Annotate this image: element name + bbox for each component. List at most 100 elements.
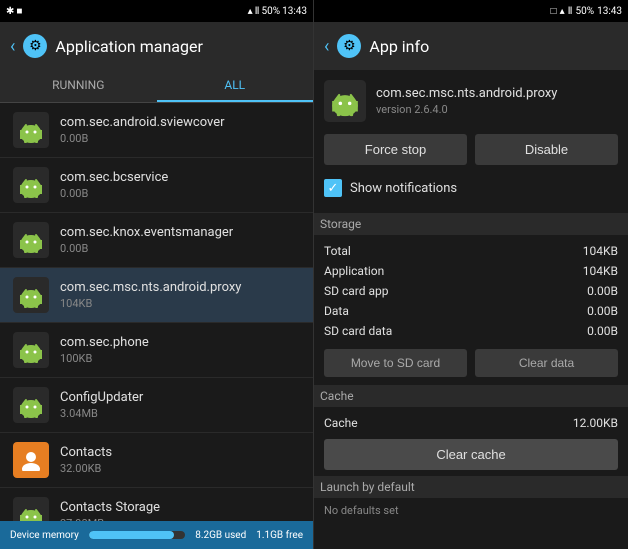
storage-sdcard-data-row: SD card data 0.00B [324, 321, 618, 341]
right-panel-title: App info [369, 37, 429, 56]
disable-button[interactable]: Disable [475, 134, 618, 165]
clear-cache-button[interactable]: Clear cache [324, 439, 618, 470]
sdcard-data-label: SD card data [324, 324, 392, 338]
app-tabs: RUNNING ALL [0, 70, 313, 103]
cache-value: 12.00KB [573, 416, 618, 430]
left-panel-title: Application manager [55, 37, 202, 56]
app-name: com.sec.knox.eventsmanager [60, 225, 301, 240]
app-size: 0.00B [60, 242, 301, 255]
force-stop-button[interactable]: Force stop [324, 134, 467, 165]
application-label: Application [324, 264, 384, 278]
tab-all[interactable]: ALL [157, 70, 314, 102]
storage-free: 1.1GB free [256, 530, 303, 541]
sdcard-app-value: 0.00B [587, 284, 618, 298]
sdcard-app-label: SD card app [324, 284, 389, 298]
app-list[interactable]: com.sec.android.sviewcover 0.00B [0, 103, 313, 521]
app-info-phone: com.sec.phone 100KB [60, 335, 301, 365]
wifi-icon-right: ▴ [560, 6, 565, 17]
list-item[interactable]: com.sec.bcservice 0.00B [0, 158, 313, 213]
storage-fill [89, 531, 174, 539]
list-item[interactable]: ConfigUpdater 3.04MB [0, 378, 313, 433]
right-status-icons: ▴ Ⅱ 50% 13:43 [248, 6, 307, 17]
battery-right: 50% [576, 6, 595, 17]
app-icon-phone [12, 331, 50, 369]
storage-progress-bar [89, 531, 185, 539]
notifications-checkbox[interactable]: ✓ [324, 179, 342, 197]
data-label: Data [324, 304, 349, 318]
move-to-sd-button[interactable]: Move to SD card [324, 349, 467, 377]
storage-data-row: Data 0.00B [324, 301, 618, 321]
app-name-version: com.sec.msc.nts.android.proxy version 2.… [376, 86, 557, 116]
list-item[interactable]: com.sec.msc.nts.android.proxy 104KB [0, 268, 313, 323]
list-item[interactable]: com.sec.phone 100KB [0, 323, 313, 378]
total-value: 104KB [583, 244, 618, 258]
notifications-label: Show notifications [350, 181, 457, 196]
action-buttons: Force stop Disable [324, 134, 618, 165]
left-status-bar: ✱ ■ ▴ Ⅱ 50% 13:43 [0, 0, 313, 22]
storage-total-row: Total 104KB [324, 241, 618, 261]
list-item[interactable]: com.sec.android.sviewcover 0.00B [0, 103, 313, 158]
app-name: com.sec.android.sviewcover [60, 115, 301, 130]
app-package-name: com.sec.msc.nts.android.proxy [376, 86, 557, 101]
signal-icon-right: Ⅱ [568, 6, 573, 17]
app-name: com.sec.msc.nts.android.proxy [60, 280, 301, 295]
settings-icon: ⚙ [23, 34, 47, 58]
app-info-bcservice: com.sec.bcservice 0.00B [60, 170, 301, 200]
app-icon-contacts [12, 441, 50, 479]
app-name: com.sec.bcservice [60, 170, 301, 185]
app-name: com.sec.phone [60, 335, 301, 350]
signal-icon: Ⅱ [255, 6, 260, 17]
no-defaults-text: No defaults set [324, 502, 618, 519]
storage-application-row: Application 104KB [324, 261, 618, 281]
app-info-configupdater: ConfigUpdater 3.04MB [60, 390, 301, 420]
data-value: 0.00B [587, 304, 618, 318]
back-button[interactable]: ‹ [10, 36, 15, 57]
app-name: ConfigUpdater [60, 390, 301, 405]
app-size: 0.00B [60, 187, 301, 200]
app-icon-sviewcover [12, 111, 50, 149]
clear-data-button[interactable]: Clear data [475, 349, 618, 377]
bottom-storage-bar: Device memory 8.2GB used 1.1GB free [0, 521, 313, 549]
storage-section-header: Storage [314, 213, 628, 235]
app-size: 100KB [60, 352, 301, 365]
storage-sdcard-app-row: SD card app 0.00B [324, 281, 618, 301]
right-settings-icon: ⚙ [337, 34, 361, 58]
right-panel: □ ▴ Ⅱ 50% 13:43 ‹ ⚙ App info co [314, 0, 628, 549]
list-item[interactable]: Contacts 32.00KB [0, 433, 313, 488]
app-info-content: com.sec.msc.nts.android.proxy version 2.… [314, 70, 628, 549]
sdcard-data-value: 0.00B [587, 324, 618, 338]
tab-running[interactable]: RUNNING [0, 70, 157, 102]
app-info-contacts-storage: Contacts Storage 27.98MB [60, 500, 301, 521]
time-right: 13:43 [597, 6, 622, 17]
left-panel: ✱ ■ ▴ Ⅱ 50% 13:43 ‹ ⚙ Application manage… [0, 0, 314, 549]
app-size: 0.00B [60, 132, 301, 145]
battery-text: 50% [262, 6, 281, 17]
app-main-icon [324, 80, 366, 122]
app-size: 104KB [60, 297, 301, 310]
launch-default-header: Launch by default [314, 476, 628, 498]
app-header: com.sec.msc.nts.android.proxy version 2.… [324, 80, 618, 122]
app-size: 32.00KB [60, 462, 301, 475]
app-info-knox: com.sec.knox.eventsmanager 0.00B [60, 225, 301, 255]
right-panel-header: ‹ ⚙ App info [314, 22, 628, 70]
application-value: 104KB [583, 264, 618, 278]
storage-action-buttons: Move to SD card Clear data [324, 349, 618, 377]
app-icon-proxy [12, 276, 50, 314]
app-info-proxy: com.sec.msc.nts.android.proxy 104KB [60, 280, 301, 310]
app-version: version 2.6.4.0 [376, 103, 557, 116]
left-panel-header: ‹ ⚙ Application manager [0, 22, 313, 70]
app-name: Contacts [60, 445, 301, 460]
list-item[interactable]: Contacts Storage 27.98MB [0, 488, 313, 521]
left-status-icons: ✱ ■ [6, 6, 22, 17]
device-memory-label: Device memory [10, 530, 79, 541]
cache-row: Cache 12.00KB [324, 413, 618, 433]
app-icon-configupdater [12, 386, 50, 424]
list-item[interactable]: com.sec.knox.eventsmanager 0.00B [0, 213, 313, 268]
right-back-button[interactable]: ‹ [324, 36, 329, 57]
app-size: 3.04MB [60, 407, 301, 420]
cache-label: Cache [324, 416, 358, 430]
app-name: Contacts Storage [60, 500, 301, 515]
notifications-row[interactable]: ✓ Show notifications [324, 175, 618, 201]
cache-section: Cache 12.00KB Clear cache [324, 413, 618, 470]
storage-used: 8.2GB used [195, 530, 246, 541]
